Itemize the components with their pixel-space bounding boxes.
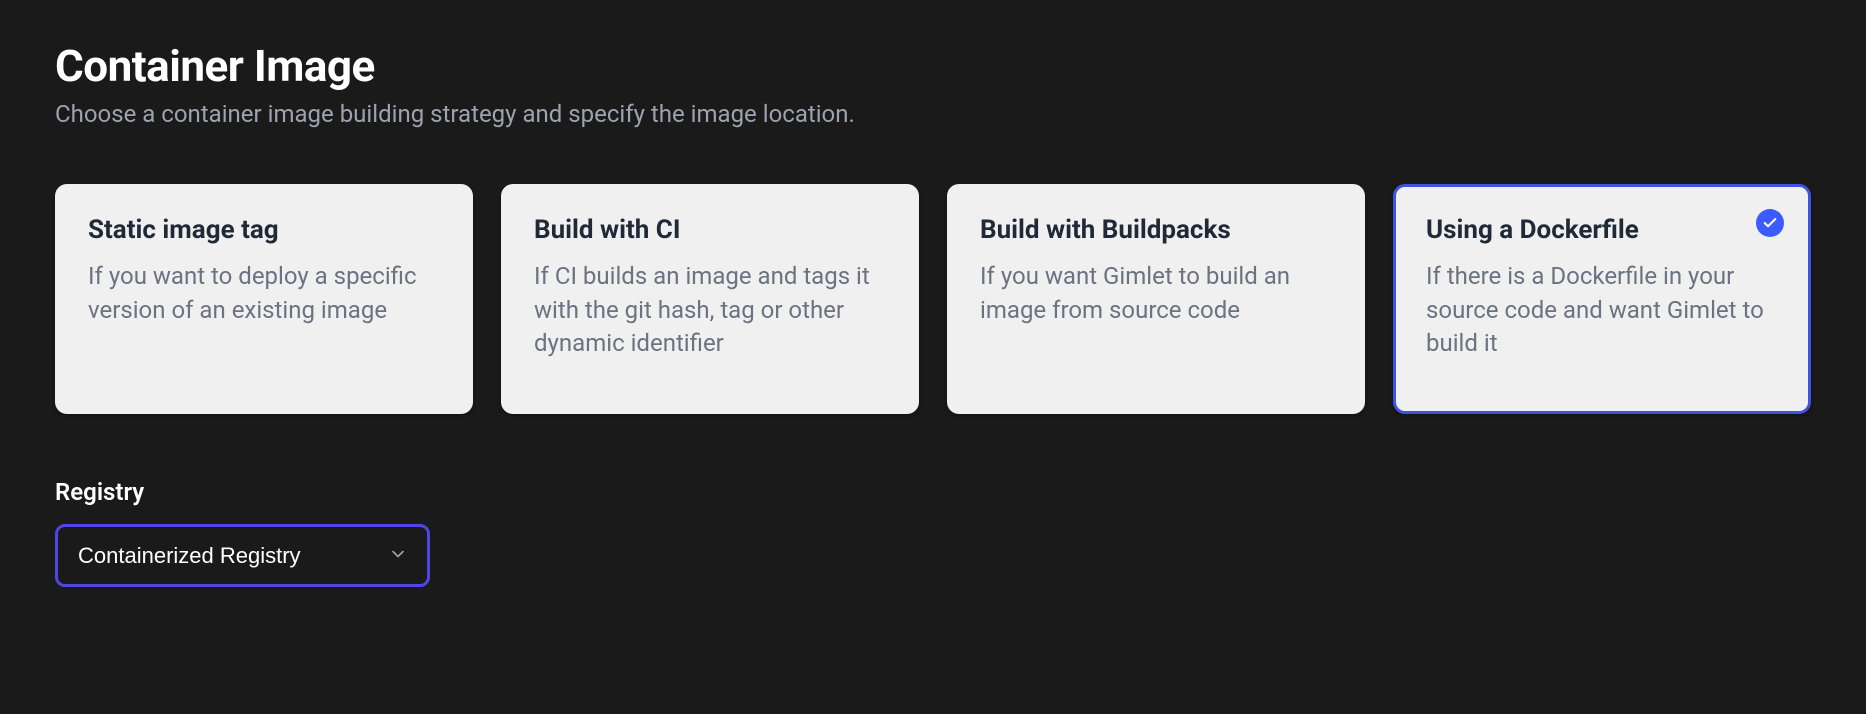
card-title: Build with Buildpacks xyxy=(980,215,1332,246)
check-icon xyxy=(1756,209,1784,237)
registry-label: Registry xyxy=(55,478,1811,506)
registry-select[interactable]: Containerized Registry xyxy=(55,524,430,587)
card-description: If you want to deploy a specific version… xyxy=(88,260,440,327)
card-title: Build with CI xyxy=(534,215,886,246)
strategy-card-build-with-buildpacks[interactable]: Build with Buildpacks If you want Gimlet… xyxy=(947,184,1365,414)
registry-select-wrapper: Containerized Registry xyxy=(55,524,430,587)
card-description: If there is a Dockerfile in your source … xyxy=(1426,260,1778,361)
strategy-card-static-image-tag[interactable]: Static image tag If you want to deploy a… xyxy=(55,184,473,414)
card-title: Using a Dockerfile xyxy=(1426,215,1778,246)
page-title: Container Image xyxy=(55,40,1811,92)
page-subtitle: Choose a container image building strate… xyxy=(55,100,1811,128)
card-description: If CI builds an image and tags it with t… xyxy=(534,260,886,361)
strategy-card-build-with-ci[interactable]: Build with CI If CI builds an image and … xyxy=(501,184,919,414)
strategy-card-using-a-dockerfile[interactable]: Using a Dockerfile If there is a Dockerf… xyxy=(1393,184,1811,414)
strategy-cards-container: Static image tag If you want to deploy a… xyxy=(55,184,1811,414)
card-title: Static image tag xyxy=(88,215,440,246)
card-description: If you want Gimlet to build an image fro… xyxy=(980,260,1332,327)
